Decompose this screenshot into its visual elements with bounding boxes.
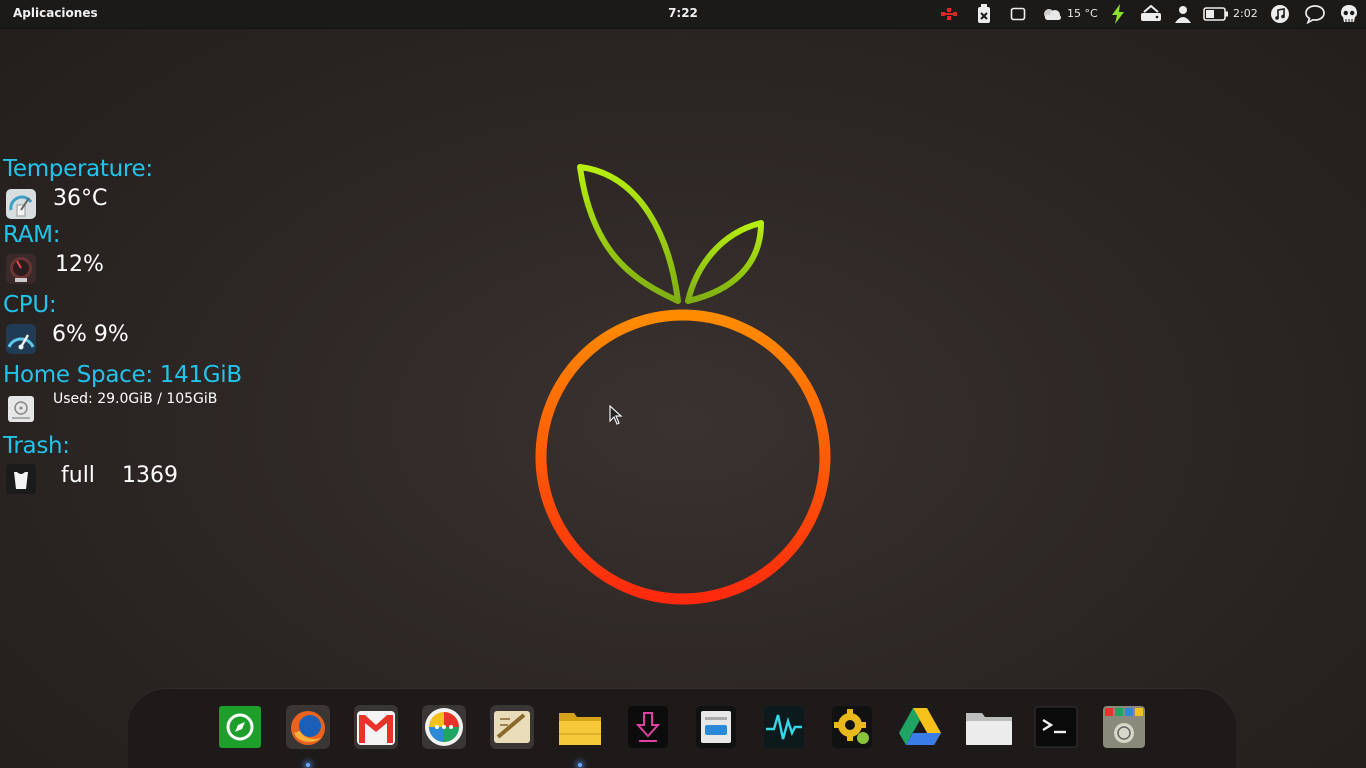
user-icon[interactable] xyxy=(1173,4,1193,24)
home-space-label: Home Space: 141GiB xyxy=(3,362,242,388)
usb-icon[interactable] xyxy=(974,4,994,24)
folder-yellow-icon[interactable] xyxy=(556,703,604,751)
toggle-app-icon[interactable] xyxy=(692,703,740,751)
running-indicator-firefox xyxy=(306,763,310,767)
temperature-label: Temperature: xyxy=(3,156,153,182)
compass-app-icon[interactable] xyxy=(216,703,264,751)
cpu-label: CPU: xyxy=(3,292,57,318)
firefox-icon[interactable] xyxy=(284,703,332,751)
drive-icon[interactable] xyxy=(1139,4,1163,24)
download-icon[interactable] xyxy=(624,703,672,751)
chat-bubbles-icon[interactable] xyxy=(420,703,468,751)
orange-fruit-logo xyxy=(520,155,850,619)
temperature-value: 36°C xyxy=(53,186,108,211)
running-indicator-folder xyxy=(578,763,582,767)
network-icon[interactable] xyxy=(938,4,962,24)
ram-value: 12% xyxy=(55,252,104,277)
home-space-used: Used: 29.0GiB / 105GiB xyxy=(53,391,218,407)
cpu-value: 6% 9% xyxy=(52,322,129,347)
google-drive-icon[interactable] xyxy=(896,703,944,751)
window-icon[interactable] xyxy=(1008,4,1028,24)
gmail-icon[interactable] xyxy=(352,703,400,751)
thermometer-gauge-icon xyxy=(5,188,37,220)
battery-time: 2:02 xyxy=(1233,7,1258,20)
terminal-icon[interactable] xyxy=(1032,703,1080,751)
settings-gear-icon[interactable] xyxy=(828,703,876,751)
app-store-icon[interactable] xyxy=(1100,703,1148,751)
power-icon[interactable] xyxy=(1108,4,1128,24)
mouse-pointer-icon xyxy=(609,404,623,429)
hard-drive-icon xyxy=(5,393,37,425)
applications-menu[interactable]: Aplicaciones xyxy=(13,6,98,20)
ram-gauge-icon xyxy=(5,253,37,285)
trash-count: 1369 xyxy=(122,463,178,488)
top-panel: Aplicaciones 7:22 15 °C 2:02 xyxy=(0,0,1366,29)
ram-label: RAM: xyxy=(3,222,61,248)
speedometer-icon xyxy=(5,323,37,355)
panel-clock[interactable]: 7:22 xyxy=(668,6,698,20)
skull-icon[interactable] xyxy=(1338,4,1360,24)
text-editor-icon[interactable] xyxy=(488,703,536,751)
battery-icon[interactable] xyxy=(1203,4,1229,24)
chat-icon[interactable] xyxy=(1303,4,1327,24)
music-icon[interactable] xyxy=(1269,4,1291,24)
system-monitor-icon[interactable] xyxy=(760,703,808,751)
trash-bin-icon xyxy=(5,463,37,495)
files-folder-icon[interactable] xyxy=(964,703,1014,751)
trash-status: full xyxy=(61,463,95,488)
trash-label: Trash: xyxy=(3,433,70,459)
weather-icon[interactable] xyxy=(1040,4,1064,24)
weather-temperature: 15 °C xyxy=(1067,7,1098,20)
